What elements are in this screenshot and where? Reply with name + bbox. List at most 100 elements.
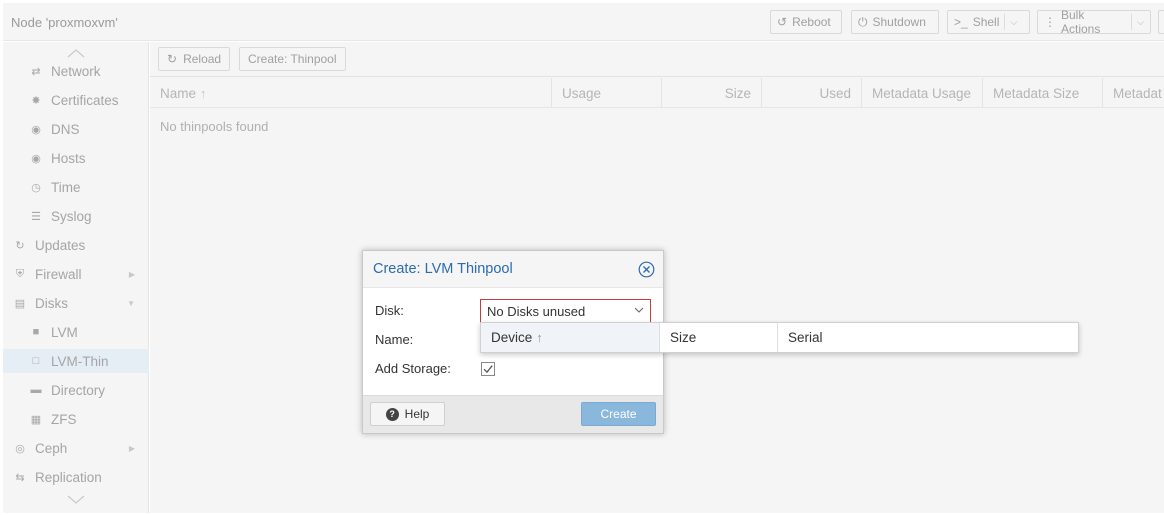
sidebar-item-directory[interactable]: ▬ Directory [3, 378, 149, 402]
sidebar-item-label: DNS [51, 121, 80, 137]
column-used-label: Used [819, 85, 851, 101]
question-circle-icon: ? [385, 407, 399, 421]
shutdown-label: Shutdown [872, 15, 926, 29]
ellipsis-vertical-icon: ⋮ [1044, 15, 1056, 29]
node-sidebar: ⇄ Network ✸ Certificates ◉ DNS ◉ Hosts ◷… [3, 42, 149, 513]
sidebar-item-replication[interactable]: ⇆ Replication [3, 465, 149, 489]
sidebar-item-network[interactable]: ⇄ Network [3, 59, 149, 83]
expand-down-icon[interactable]: ▼ [127, 299, 135, 308]
dialog-title: Create: LVM Thinpool [373, 261, 513, 277]
grid-icon: ▦ [30, 413, 42, 426]
sidebar-item-time[interactable]: ◷ Time [3, 175, 149, 199]
scroll-down-icon[interactable] [66, 495, 86, 505]
power-icon: ⏻ [858, 14, 868, 29]
disk-select[interactable]: No Disks unused [480, 299, 651, 323]
sidebar-item-label: Replication [35, 469, 102, 485]
dialog-footer: ? Help Create [363, 395, 663, 433]
overflow-button[interactable] [1158, 10, 1164, 34]
sidebar-item-lvm[interactable]: ■ LVM [3, 320, 149, 344]
list-icon: ☰ [31, 210, 41, 223]
sidebar-item-updates[interactable]: ↻ Updates [3, 233, 149, 257]
grid-header: Name ↑ Usage Size Used Metadata Usage Me… [150, 78, 1164, 108]
sidebar-item-label: Syslog [51, 208, 92, 224]
add-storage-label: Add Storage: [375, 361, 451, 376]
column-metadata-size-label: Metadata Size [993, 85, 1080, 101]
picker-column-device[interactable]: Device ↑ [481, 323, 660, 352]
reload-label: Reload [183, 52, 222, 66]
sidebar-item-label: Disks [35, 295, 68, 311]
picker-size-label: Size [670, 330, 697, 345]
sidebar-item-label: Certificates [51, 92, 119, 108]
chevron-down-icon[interactable]: ⌵ [1137, 17, 1144, 28]
close-icon[interactable] [638, 261, 655, 278]
bulk-actions-label: Bulk Actions [1061, 8, 1101, 36]
chevron-down-icon[interactable] [634, 305, 644, 315]
column-name-label: Name [160, 85, 197, 101]
reload-button[interactable]: ↻ Reload [158, 47, 230, 71]
expand-right-icon[interactable]: ▶ [129, 270, 135, 279]
sidebar-item-label: Hosts [51, 150, 86, 166]
shell-button[interactable]: >_ Shell ⌵ [947, 10, 1030, 34]
picker-column-serial[interactable]: Serial [778, 323, 1078, 352]
picker-device-label: Device [491, 330, 533, 345]
terminal-icon: >_ [954, 15, 968, 29]
certificate-icon: ✸ [31, 94, 41, 107]
node-title: Node 'proxmoxvm' [11, 15, 118, 30]
scroll-up-icon[interactable] [66, 48, 86, 58]
split-divider [1131, 14, 1133, 30]
reboot-button[interactable]: ↺ Reboot [770, 10, 842, 34]
globe-icon: ◉ [31, 152, 41, 165]
disk-select-value: No Disks unused [487, 303, 586, 319]
sort-ascending-icon: ↑ [536, 330, 543, 345]
square-icon: ■ [32, 326, 40, 338]
shell-label: Shell [972, 15, 1000, 29]
retweet-icon: ⇆ [15, 471, 25, 484]
create-thinpool-button[interactable]: Create: Thinpool [239, 47, 346, 71]
shield-icon: ⛨ [15, 267, 25, 280]
column-header-used[interactable]: Used [762, 78, 862, 108]
column-header-size[interactable]: Size [662, 78, 762, 108]
add-storage-checkbox[interactable] [481, 362, 495, 376]
panel-toolbar: ↻ Reload Create: Thinpool [150, 42, 1164, 77]
column-header-metadata-size[interactable]: Metadata Size [983, 78, 1103, 108]
sidebar-item-firewall[interactable]: ⛨ Firewall ▶ [3, 262, 149, 286]
column-header-usage[interactable]: Usage [552, 78, 662, 108]
column-header-metadata-usage[interactable]: Metadata Usage [862, 78, 983, 108]
refresh-icon: ↻ [15, 239, 25, 252]
column-header-name[interactable]: Name ↑ [150, 78, 552, 108]
sidebar-item-ceph[interactable]: ◎ Ceph ▶ [3, 436, 149, 460]
create-button[interactable]: Create [581, 402, 656, 426]
expand-right-icon[interactable]: ▶ [129, 444, 135, 453]
name-field-label: Name: [375, 332, 414, 347]
sidebar-item-hosts[interactable]: ◉ Hosts [3, 146, 149, 170]
sidebar-item-label: Network [51, 63, 101, 79]
sidebar-item-label: LVM [51, 324, 78, 340]
create-thinpool-label: Create: Thinpool [248, 52, 337, 66]
disk-field-label: Disk: [375, 303, 404, 318]
sidebar-item-disks[interactable]: ▤ Disks ▼ [3, 291, 149, 315]
dialog-header: Create: LVM Thinpool [363, 251, 663, 288]
sidebar-item-label: Time [51, 179, 81, 195]
clock-icon: ◷ [31, 181, 41, 194]
sidebar-item-label: Directory [51, 382, 106, 398]
sidebar-item-dns[interactable]: ◉ DNS [3, 117, 149, 141]
sidebar-item-lvm-thin[interactable]: □ LVM-Thin [3, 349, 149, 373]
reboot-label: Reboot [792, 15, 831, 29]
help-label: Help [404, 407, 430, 421]
exchange-icon: ⇄ [31, 65, 41, 78]
shutdown-button[interactable]: ⏻ Shutdown [851, 10, 939, 34]
ceph-icon: ◎ [15, 442, 25, 455]
column-usage-label: Usage [562, 85, 602, 101]
column-header-metadata-used[interactable]: Metadat [1103, 78, 1164, 108]
sidebar-item-zfs[interactable]: ▦ ZFS [3, 407, 149, 431]
chevron-down-icon[interactable]: ⌵ [1010, 17, 1017, 28]
picker-column-size[interactable]: Size [660, 323, 778, 352]
bulk-actions-button[interactable]: ⋮ Bulk Actions ⌵ [1037, 8, 1151, 36]
sidebar-item-certificates[interactable]: ✸ Certificates [3, 88, 149, 112]
sidebar-item-syslog[interactable]: ☰ Syslog [3, 204, 149, 228]
sidebar-item-label: ZFS [51, 411, 77, 427]
undo-icon: ↺ [777, 15, 788, 29]
sort-ascending-icon: ↑ [200, 85, 207, 101]
column-size-label: Size [724, 85, 751, 101]
help-button[interactable]: ? Help [370, 402, 445, 426]
